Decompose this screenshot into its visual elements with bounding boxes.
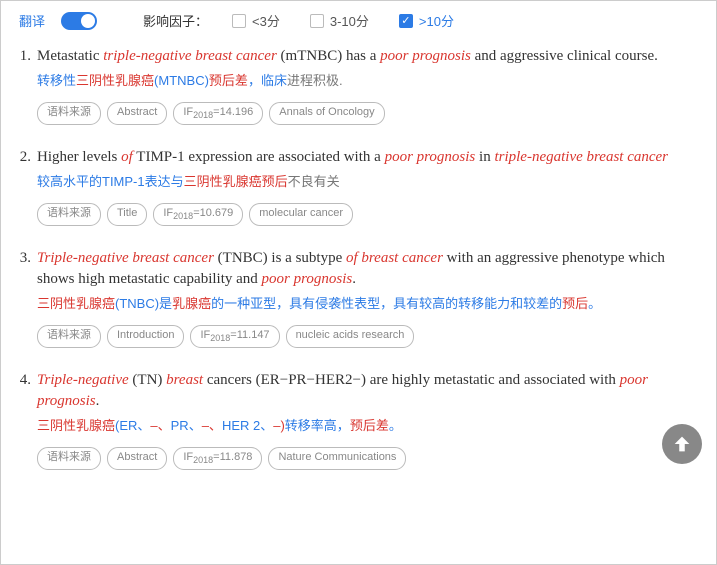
tag[interactable]: Annals of Oncology — [269, 102, 384, 125]
tag-row: 语料来源 Abstract IF2018=11.878 Nature Communic… — [37, 447, 690, 470]
filter-option-label: 3-10分 — [330, 11, 369, 30]
checkbox[interactable]: ✓ — [399, 14, 413, 28]
tag[interactable]: 语料来源 — [37, 447, 101, 470]
tag[interactable]: Introduction — [107, 325, 184, 348]
checkbox[interactable] — [310, 14, 324, 28]
tag-row: 语料来源 Abstract IF2018=14.196 Annals of Oncol… — [37, 102, 690, 125]
tag[interactable]: 语料来源 — [37, 102, 101, 125]
english-text: Triple-negative (TN) breast cancers (ER−… — [37, 370, 690, 412]
list-item: 1.Metastatic triple-negative breast canc… — [15, 46, 690, 125]
filter-option-label: <3分 — [252, 11, 280, 30]
tag[interactable]: molecular cancer — [249, 203, 353, 226]
tag[interactable]: Abstract — [107, 447, 167, 470]
chinese-text: 三阴性乳腺癌(TNBC)是乳腺癌的一种亚型，具有侵袭性表型，具有较高的转移能力和… — [37, 294, 690, 315]
tag-row: 语料来源 Title IF2018=10.679 molecular cancer — [37, 203, 690, 226]
impact-factor-label: 影响因子： — [143, 11, 208, 30]
item-number: 4. — [15, 370, 37, 470]
translate-toggle[interactable] — [61, 12, 97, 30]
list-item: 4.Triple-negative (TN) breast cancers (E… — [15, 370, 690, 470]
filter-option[interactable]: 3-10分 — [310, 11, 369, 30]
tag[interactable]: Title — [107, 203, 147, 226]
tag[interactable]: nucleic acids research — [286, 325, 415, 348]
english-text: Triple-negative breast cancer (TNBC) is … — [37, 248, 690, 290]
filter-bar: 翻译 影响因子： <3分 3-10分 ✓ >10分 — [1, 1, 716, 46]
english-text: Higher levels of TIMP-1 expression are a… — [37, 147, 690, 168]
filter-option[interactable]: <3分 — [232, 11, 280, 30]
tag-row: 语料来源 Introduction IF2018=11.147 nucleic aci… — [37, 325, 690, 348]
list-item: 2.Higher levels of TIMP-1 expression are… — [15, 147, 690, 226]
arrow-up-icon — [671, 433, 693, 455]
item-number: 1. — [15, 46, 37, 125]
tag[interactable]: IF2018=10.679 — [153, 203, 243, 226]
chinese-text: 较高水平的TIMP-1表达与三阴性乳腺癌预后不良有关 — [37, 172, 690, 193]
tag[interactable]: Nature Communications — [268, 447, 406, 470]
translate-label: 翻译 — [19, 11, 45, 30]
tag[interactable]: 语料来源 — [37, 325, 101, 348]
chinese-text: 三阴性乳腺癌(ER、–、PR、–、HER 2、–)转移率高，预后差。 — [37, 416, 690, 437]
list-item: 3.Triple-negative breast cancer (TNBC) i… — [15, 248, 690, 348]
filter-option-label: >10分 — [419, 11, 454, 30]
scroll-top-button[interactable] — [662, 424, 702, 464]
tag[interactable]: IF2018=11.878 — [173, 447, 262, 470]
tag[interactable]: Abstract — [107, 102, 167, 125]
tag[interactable]: IF2018=14.196 — [173, 102, 263, 125]
result-list: 1.Metastatic triple-negative breast canc… — [1, 46, 716, 470]
tag[interactable]: 语料来源 — [37, 203, 101, 226]
tag[interactable]: IF2018=11.147 — [190, 325, 279, 348]
item-number: 2. — [15, 147, 37, 226]
checkbox[interactable] — [232, 14, 246, 28]
item-number: 3. — [15, 248, 37, 348]
filter-option[interactable]: ✓ >10分 — [399, 11, 454, 30]
english-text: Metastatic triple-negative breast cancer… — [37, 46, 690, 67]
chinese-text: 转移性三阴性乳腺癌(MTNBC)预后差，临床进程积极. — [37, 71, 690, 92]
